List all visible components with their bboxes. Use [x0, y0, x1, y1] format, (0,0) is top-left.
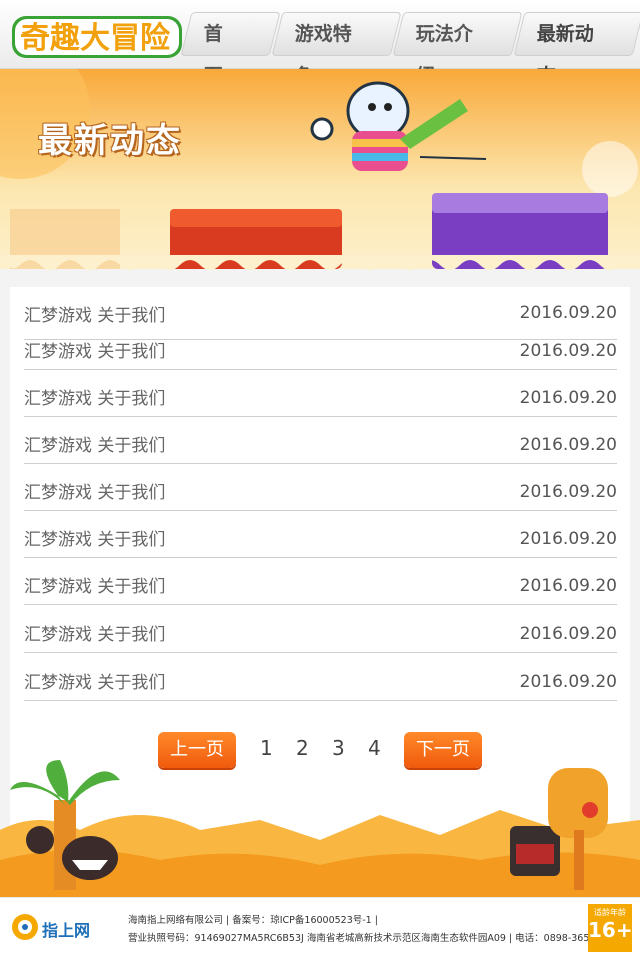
- news-title[interactable]: 汇梦游戏 关于我们: [24, 572, 165, 597]
- list-item[interactable]: 汇梦游戏 关于我们 2016.09.20: [24, 323, 617, 370]
- banner: 最新动态: [0, 69, 640, 269]
- game-logo[interactable]: 奇趣大冒险: [12, 10, 184, 62]
- footer-license-info: 营业执照号码：91469027MA5RC6B53J 海南省老城高新技术示范区海南…: [128, 933, 620, 944]
- news-title[interactable]: 汇梦游戏 关于我们: [24, 431, 165, 456]
- news-date: 2016.09.20: [519, 672, 617, 692]
- news-date: 2016.09.20: [519, 529, 617, 549]
- company-brand[interactable]: 指上网: [42, 917, 90, 941]
- news-title[interactable]: 汇梦游戏 关于我们: [24, 337, 165, 362]
- banner-wave-divider: [0, 255, 640, 270]
- nav-gameplay[interactable]: 玩法介绍: [392, 12, 523, 87]
- svg-text:奇趣大冒险: 奇趣大冒险: [20, 21, 171, 56]
- bottom-scenery: [0, 760, 640, 898]
- list-item[interactable]: 汇梦游戏 关于我们 2016.09.20: [24, 464, 617, 511]
- banner-illustration: [0, 69, 638, 269]
- nav-news[interactable]: 最新动态: [513, 12, 640, 87]
- age-rating-label: 适龄年龄: [594, 908, 626, 917]
- news-title[interactable]: 汇梦游戏 关于我们: [24, 620, 165, 645]
- footer: 指上网 海南指上网络有限公司 | 备案号：琼ICP备16000523号-1 | …: [0, 897, 640, 961]
- list-item[interactable]: 汇梦游戏 关于我们 2016.09.20: [24, 511, 617, 558]
- news-title[interactable]: 汇梦游戏 关于我们: [24, 384, 165, 409]
- list-item[interactable]: 汇梦游戏 关于我们 2016.09.20: [24, 370, 617, 417]
- page-link-1[interactable]: 1: [260, 736, 273, 760]
- news-title[interactable]: 汇梦游戏 关于我们: [24, 478, 165, 503]
- list-item[interactable]: 汇梦游戏 关于我们 2016.09.20: [24, 558, 617, 605]
- top-nav: 奇趣大冒险 首 页 游戏特色 玩法介绍 最新动态: [0, 0, 640, 87]
- news-date: 2016.09.20: [519, 388, 617, 408]
- list-item[interactable]: 汇梦游戏 关于我们 2016.09.20: [24, 606, 617, 653]
- page-title: 最新动态: [38, 121, 182, 161]
- list-item[interactable]: 汇梦游戏 关于我们 2016.09.20: [24, 417, 617, 464]
- age-rating-badge: 适龄年龄 16+: [588, 904, 633, 952]
- news-date: 2016.09.20: [519, 624, 617, 644]
- news-title[interactable]: 汇梦游戏 关于我们: [24, 668, 165, 693]
- news-date: 2016.09.20: [519, 576, 617, 596]
- news-date: 2016.09.20: [519, 341, 617, 361]
- news-date: 2016.09.20: [519, 482, 617, 502]
- nav-home[interactable]: 首 页: [180, 12, 281, 87]
- nav-features[interactable]: 游戏特色: [271, 12, 402, 87]
- next-page-button[interactable]: 下一页: [404, 732, 482, 768]
- page-link-2[interactable]: 2: [296, 736, 309, 760]
- news-date: 2016.09.20: [519, 303, 617, 323]
- page-link-4[interactable]: 4: [368, 736, 381, 760]
- page-link-3[interactable]: 3: [332, 736, 345, 760]
- news-title[interactable]: 汇梦游戏 关于我们: [24, 525, 165, 550]
- prev-page-button[interactable]: 上一页: [158, 732, 236, 768]
- age-rating-value: 16+: [588, 918, 633, 942]
- footer-company-info: 海南指上网络有限公司 | 备案号：琼ICP备16000523号-1 |: [128, 915, 378, 926]
- news-date: 2016.09.20: [519, 435, 617, 455]
- list-item[interactable]: 汇梦游戏 关于我们 2016.09.20: [24, 654, 617, 701]
